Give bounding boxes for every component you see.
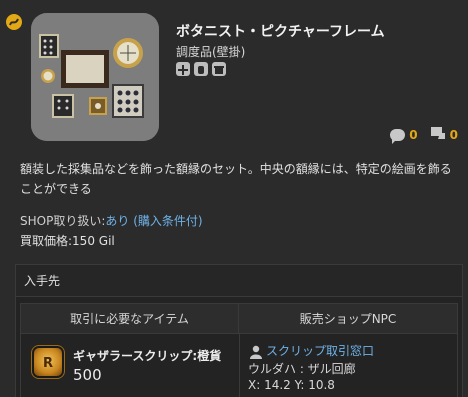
like-icon: [430, 126, 446, 143]
shop-availability: SHOP取り扱い:あり (購入条件付): [20, 212, 203, 229]
item-thumbnail: [31, 13, 159, 141]
column-header-npc: 販売ショップNPC: [239, 304, 457, 334]
site-logo-icon[interactable]: [6, 14, 22, 30]
item-category: 調度品(壁掛): [176, 45, 246, 59]
price-label: 買取価格:: [20, 234, 73, 248]
like-counter[interactable]: 0: [430, 126, 458, 143]
npc-location: ウルダハ : ザル回廊: [248, 362, 356, 376]
like-count: 0: [449, 127, 458, 142]
column-header-item: 取引に必要なアイテム: [21, 304, 239, 334]
price-value: 150 Gil: [72, 234, 115, 248]
acquisition-table: 取引に必要なアイテム 販売ショップNPC R ギャザラースクリップ:橙貨 500…: [20, 303, 458, 397]
comment-icon: [390, 128, 406, 144]
currency-quantity: 500: [73, 366, 102, 384]
sell-price: 買取価格:150 Gil: [20, 232, 115, 249]
npc-coordinates: X: 14.2 Y: 10.8: [248, 378, 335, 392]
market-icon: [212, 62, 226, 76]
item-name: ボタニスト・ピクチャーフレーム: [176, 24, 385, 40]
scrip-currency-icon[interactable]: R: [34, 348, 62, 376]
acquisition-panel: 入手先 取引に必要なアイテム 販売ショップNPC R ギャザラースクリップ:橙貨…: [15, 264, 463, 397]
shop-conditions-link[interactable]: あり (購入条件付): [105, 214, 202, 228]
item-description: 額装した採集品などを飾った額縁のセット。中央の額縁には、特定の絵画を飾ることがで…: [20, 162, 452, 196]
shop-label: SHOP取り扱い:: [20, 214, 106, 228]
comment-counter[interactable]: 0: [390, 127, 418, 144]
hand-icon: [194, 62, 208, 76]
currency-name[interactable]: ギャザラースクリップ:橙貨: [73, 347, 221, 364]
npc-name-link[interactable]: スクリップ取引窓口: [266, 342, 374, 359]
npc-person-icon: [249, 344, 263, 359]
pin-icon: [176, 62, 190, 76]
counters: 0 0: [390, 126, 458, 144]
comment-count: 0: [409, 127, 418, 142]
svg-text:R: R: [43, 356, 53, 371]
column-divider: [239, 334, 240, 397]
item-flag-icons: [176, 62, 226, 76]
acquisition-header: 入手先: [16, 265, 462, 297]
